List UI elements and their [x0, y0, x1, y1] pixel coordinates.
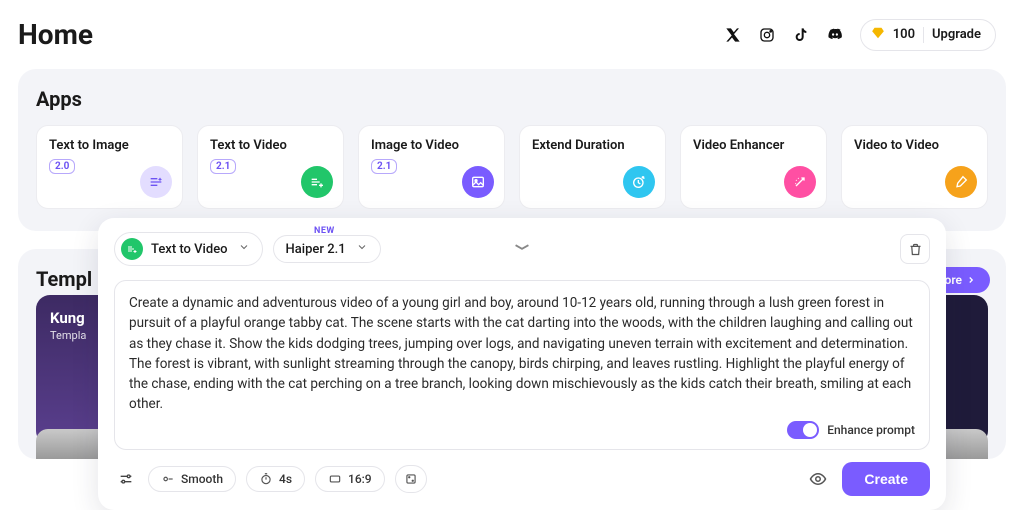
chevron-down-icon [356, 241, 368, 257]
prompt-box: Create a dynamic and adventurous video o… [114, 280, 930, 450]
aspect-icon [328, 472, 342, 486]
app-image-to-video[interactable]: Image to Video 2.1 [358, 125, 505, 209]
create-button[interactable]: Create [842, 462, 930, 496]
composer-panel: NEW Text to Video Haiper 2.1 Create a dy… [98, 218, 946, 510]
app-label: Text to Image [49, 138, 170, 153]
duration-label: 4s [279, 472, 292, 486]
top-right-group: 100 Upgrade [724, 19, 996, 51]
app-badge: 2.1 [371, 159, 397, 174]
magic-wand-icon [784, 166, 816, 198]
eye-icon [809, 470, 827, 488]
delete-button[interactable] [900, 234, 930, 264]
trash-icon [908, 242, 923, 257]
seed-selector[interactable] [395, 465, 427, 493]
stopwatch-icon [259, 472, 273, 486]
x-icon[interactable] [724, 26, 742, 44]
app-label: Video to Video [854, 138, 975, 153]
sparkle-lines-icon [140, 166, 172, 198]
app-label: Video Enhancer [693, 138, 814, 153]
image-icon [462, 166, 494, 198]
enhance-row: Enhance prompt [129, 421, 915, 439]
motion-label: Smooth [181, 472, 223, 486]
app-badge: 2.1 [210, 159, 236, 174]
app-badge: 2.0 [49, 159, 75, 174]
new-badge: NEW [314, 226, 335, 236]
aspect-selector[interactable]: 16:9 [315, 466, 385, 492]
apps-grid: Text to Image 2.0 Text to Video 2.1 Imag… [36, 125, 988, 209]
clock-plus-icon [623, 166, 655, 198]
app-text-to-image[interactable]: Text to Image 2.0 [36, 125, 183, 209]
apps-title: Apps [36, 87, 988, 111]
prompt-input[interactable]: Create a dynamic and adventurous video o… [129, 293, 915, 415]
page-title: Home [18, 18, 93, 51]
mode-selector[interactable]: Text to Video [114, 232, 263, 266]
motion-icon [161, 472, 175, 486]
credits-value: 100 [893, 27, 915, 42]
dice-icon [404, 472, 418, 486]
app-text-to-video[interactable]: Text to Video 2.1 [197, 125, 344, 209]
app-video-enhancer[interactable]: Video Enhancer [680, 125, 827, 209]
preview-button[interactable] [804, 465, 832, 493]
brush-icon [945, 166, 977, 198]
app-label: Text to Video [210, 138, 331, 153]
credits-pill[interactable]: 100 Upgrade [860, 19, 996, 51]
motion-selector[interactable]: Smooth [148, 466, 236, 492]
app-label: Image to Video [371, 138, 492, 153]
app-video-to-video[interactable]: Video to Video [841, 125, 988, 209]
app-extend-duration[interactable]: Extend Duration [519, 125, 666, 209]
tiktok-icon[interactable] [792, 26, 810, 44]
instagram-icon[interactable] [758, 26, 776, 44]
upgrade-label: Upgrade [932, 27, 981, 42]
divider [923, 27, 924, 43]
app-label: Extend Duration [532, 138, 653, 153]
sparkle-plus-icon [121, 238, 143, 260]
top-bar: Home 100 Upgrade [0, 0, 1024, 69]
settings-button[interactable] [114, 467, 138, 491]
composer-bottom-row: Smooth 4s 16:9 Create [114, 462, 930, 496]
gem-icon [871, 26, 885, 44]
collapse-button[interactable] [511, 236, 533, 262]
apps-section: Apps Text to Image 2.0 Text to Video 2.1… [18, 69, 1006, 231]
discord-icon[interactable] [826, 26, 844, 44]
composer-top-row: NEW Text to Video Haiper 2.1 [114, 232, 930, 266]
chevron-right-icon [966, 275, 976, 285]
aspect-label: 16:9 [348, 472, 372, 486]
sliders-icon [118, 471, 134, 487]
sparkle-plus-icon [301, 166, 333, 198]
model-label: Haiper 2.1 [286, 242, 346, 257]
enhance-toggle[interactable] [787, 421, 819, 439]
model-selector[interactable]: Haiper 2.1 [273, 235, 381, 263]
mode-label: Text to Video [151, 242, 228, 257]
enhance-label: Enhance prompt [827, 423, 915, 437]
duration-selector[interactable]: 4s [246, 466, 305, 492]
chevron-down-icon [238, 241, 250, 257]
